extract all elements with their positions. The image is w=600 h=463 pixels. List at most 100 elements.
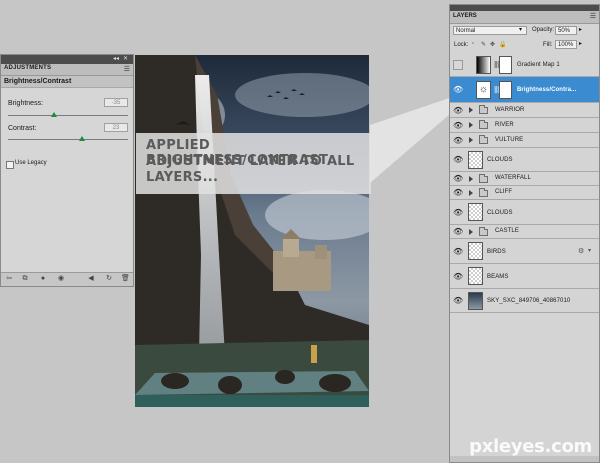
use-legacy-checkbox[interactable] [6,161,14,169]
contrast-slider[interactable] [8,139,128,140]
eye-icon[interactable]: 👁 [453,121,463,130]
expand-arrow-icon[interactable] [469,122,473,128]
fill-label: Fill: [543,42,553,48]
layer-row[interactable]: 👁 CLOUDS [450,148,599,172]
lock-paint-icon[interactable]: ✎ [481,41,486,48]
expand-arrow-icon[interactable] [469,107,473,113]
adjustment-type-title: Brightness/Contrast [1,76,133,88]
lock-move-icon[interactable]: ✥ [490,41,495,48]
opacity-label: Opacity: [532,27,555,33]
contrast-slider-thumb[interactable] [79,136,85,141]
layer-row[interactable]: 👁 BIRDS ⚙ ▾ [450,239,599,264]
adjustments-panel: ◂◂ ✕ ADJUSTMENTS ☰ Brightness/Contrast B… [0,54,134,287]
opacity-slider-icon[interactable]: ▸ [579,26,582,33]
use-legacy-label: Use Legacy [15,160,47,166]
layer-row[interactable]: 👁 CLOUDS [450,200,599,225]
layer-group-row[interactable]: 👁 RIVER [450,118,599,133]
view-previous-icon[interactable]: ◀ [87,275,95,283]
eye-icon[interactable]: ◉ [57,275,65,283]
brightness-label: Brightness: [8,100,44,107]
eye-icon[interactable]: 👁 [453,227,463,236]
layer-name: WARRIOR [495,107,525,113]
layer-visibility-icon[interactable]: ● [39,275,47,283]
panel-collapse-icon[interactable]: ◂◂ [113,55,119,62]
fill-slider-icon[interactable]: ▸ [579,40,582,47]
panel-menu-icon[interactable]: ☰ [124,65,130,73]
eye-icon[interactable]: 👁 [453,296,463,305]
tab-adjustments[interactable]: ADJUSTMENTS [4,65,51,71]
lock-all-icon[interactable]: 🔒 [499,41,506,48]
panel-menu-icon[interactable]: ☰ [590,12,596,20]
brightness-input[interactable]: -35 [104,98,128,107]
layer-row[interactable]: 👁 BEAMS [450,264,599,289]
expand-arrow-icon[interactable] [469,229,473,235]
gradient-map-icon [476,56,491,74]
eye-icon[interactable]: 👁 [453,155,463,164]
layers-panel: LAYERS ☰ Normal ▾ Opacity: 50% ▸ Lock: ▫… [449,4,600,463]
eye-icon[interactable]: 👁 [453,272,463,281]
eye-icon[interactable]: 👁 [453,136,463,145]
visibility-toggle[interactable] [453,60,463,70]
layer-thumbnail [468,203,483,221]
layer-group-row[interactable]: 👁 CLIFF [450,186,599,200]
folder-icon [479,174,488,183]
layer-group-row[interactable]: 👁 WATERFALL [450,172,599,186]
expand-arrow-icon[interactable] [469,190,473,196]
banner-line-3: LAYERS... [146,170,219,185]
fill-input[interactable]: 100% [555,40,577,49]
brightness-slider-thumb[interactable] [51,112,57,117]
chevron-down-icon[interactable]: ▾ [588,247,591,254]
layer-thumbnail [468,242,483,260]
layer-row[interactable]: ⛓ Gradient Map 1 [450,53,599,77]
layer-row[interactable]: 👁 SKY_SXC_849706_40867010 [450,289,599,313]
watermark-logo: pxleyes.com [469,436,592,457]
layer-thumbnail [468,267,483,285]
layer-effects-icon[interactable]: ⚙ [578,247,584,255]
eye-icon[interactable]: 👁 [453,85,463,94]
adjustments-titlebar[interactable]: ◂◂ ✕ [1,55,133,64]
folder-icon [479,105,488,114]
layer-mask-thumb[interactable] [499,56,512,74]
clip-layer-icon[interactable]: ⧉ [21,275,29,283]
expand-arrow-icon[interactable] [469,137,473,143]
layer-name: WATERFALL [495,175,531,181]
document-canvas[interactable] [135,55,369,407]
brightness-slider[interactable] [8,115,128,116]
back-arrow-icon[interactable]: ⇦ [5,275,13,283]
eye-icon[interactable]: 👁 [453,208,463,217]
layer-row-selected[interactable]: 👁 ☼ ⛓ Brightness/Contra... [450,77,599,103]
contrast-label: Contrast: [8,125,37,132]
eye-icon[interactable]: 👁 [453,247,463,256]
folder-icon [479,227,488,236]
layer-name: SKY_SXC_849706_40867010 [487,298,571,304]
brightness-contrast-icon: ☼ [476,81,491,99]
layer-name: BEAMS [487,274,509,280]
blend-mode-select[interactable]: Normal [453,26,527,35]
folder-icon [479,188,488,197]
lock-transparent-icon[interactable]: ▫ [472,41,474,47]
expand-arrow-icon[interactable] [469,176,473,182]
eye-icon[interactable]: 👁 [453,106,463,115]
layer-mask-thumb[interactable] [499,81,512,99]
trash-icon[interactable]: 🗑 [121,275,130,283]
eye-icon[interactable]: 👁 [453,188,463,197]
layer-group-row[interactable]: 👁 VULTURE [450,133,599,148]
tab-layers[interactable]: LAYERS [453,13,477,19]
layer-name: CLOUDS [487,210,513,216]
water-foreground [135,395,369,407]
chevron-down-icon[interactable]: ▾ [519,26,522,33]
reset-icon[interactable]: ↻ [105,275,113,283]
opacity-input[interactable]: 50% [555,26,577,35]
layer-name: CLOUDS [487,157,513,163]
eye-icon[interactable]: 👁 [453,174,463,183]
lock-label: Lock: [454,42,469,48]
contrast-input[interactable]: 23 [104,123,128,132]
layer-name: VULTURE [495,137,524,143]
layer-group-row[interactable]: 👁 CASTLE [450,225,599,239]
panel-close-icon[interactable]: ✕ [123,55,128,62]
layer-name: CLIFF [495,189,513,195]
layer-thumbnail [468,151,483,169]
layer-name: Brightness/Contra... [517,87,577,93]
warrior [311,345,317,363]
layer-group-row[interactable]: 👁 WARRIOR [450,103,599,118]
